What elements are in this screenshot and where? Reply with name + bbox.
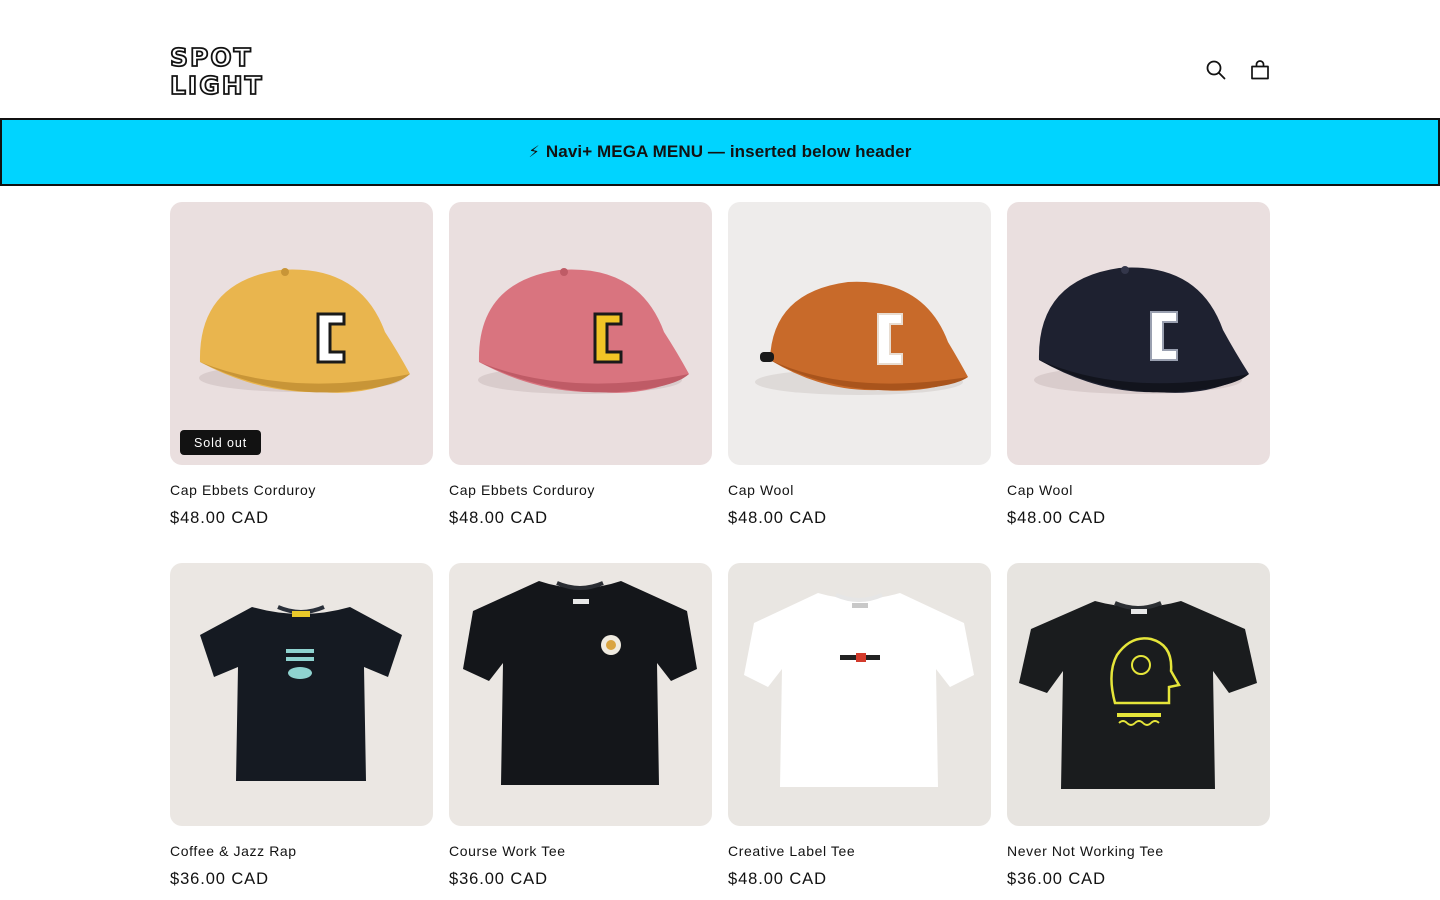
- product-image[interactable]: Sold out: [170, 202, 433, 465]
- product-image[interactable]: [449, 202, 712, 465]
- lightning-bolt-icon: ⚡: [528, 144, 540, 161]
- product-image[interactable]: [170, 563, 433, 826]
- mega-menu-banner-text: Navi+ MEGA MENU — inserted below header: [545, 142, 912, 161]
- product-title[interactable]: Cap Wool: [728, 482, 794, 498]
- product-price: $48.00 CAD: [728, 509, 827, 527]
- logo-line-1: SPOT: [170, 44, 253, 72]
- product-price: $48.00 CAD: [449, 509, 548, 527]
- mega-menu-banner[interactable]: ⚡ Navi+ MEGA MENU — inserted below heade…: [0, 118, 1440, 186]
- site-header: SPOT LIGHT: [0, 0, 1440, 118]
- product-card[interactable]: Cap Wool $48.00 CAD: [728, 202, 991, 527]
- product-price: $48.00 CAD: [728, 870, 827, 888]
- cart-icon[interactable]: [1246, 56, 1274, 84]
- product-title[interactable]: Creative Label Tee: [728, 843, 855, 859]
- sold-out-badge: Sold out: [180, 430, 262, 455]
- product-price: $48.00 CAD: [1007, 509, 1106, 527]
- store-logo[interactable]: SPOT LIGHT: [170, 44, 292, 98]
- product-title[interactable]: Coffee & Jazz Rap: [170, 843, 297, 859]
- product-card[interactable]: Coffee & Jazz Rap $36.00 CAD: [170, 563, 433, 888]
- product-image[interactable]: [449, 563, 712, 826]
- product-image[interactable]: [1007, 202, 1270, 465]
- product-price: $36.00 CAD: [449, 870, 548, 888]
- product-card[interactable]: Creative Label Tee $48.00 CAD: [728, 563, 991, 888]
- product-image[interactable]: [1007, 563, 1270, 826]
- product-card[interactable]: Course Work Tee $36.00 CAD: [449, 563, 712, 888]
- product-price: $48.00 CAD: [170, 509, 269, 527]
- product-card[interactable]: Cap Ebbets Corduroy $48.00 CAD: [449, 202, 712, 527]
- logo-line-2: LIGHT: [170, 71, 264, 98]
- product-card[interactable]: Cap Wool $48.00 CAD: [1007, 202, 1270, 527]
- product-image[interactable]: [728, 563, 991, 826]
- product-image[interactable]: [728, 202, 991, 465]
- product-title[interactable]: Cap Wool: [1007, 482, 1073, 498]
- product-title[interactable]: Course Work Tee: [449, 843, 566, 859]
- product-title[interactable]: Never Not Working Tee: [1007, 843, 1164, 859]
- product-title[interactable]: Cap Ebbets Corduroy: [170, 482, 316, 498]
- product-title[interactable]: Cap Ebbets Corduroy: [449, 482, 595, 498]
- product-card[interactable]: Sold out Cap Ebbets Corduroy $48.00 CAD: [170, 202, 433, 527]
- product-card[interactable]: Never Not Working Tee $36.00 CAD: [1007, 563, 1270, 888]
- product-price: $36.00 CAD: [170, 870, 269, 888]
- product-price: $36.00 CAD: [1007, 870, 1106, 888]
- search-icon[interactable]: [1202, 56, 1230, 84]
